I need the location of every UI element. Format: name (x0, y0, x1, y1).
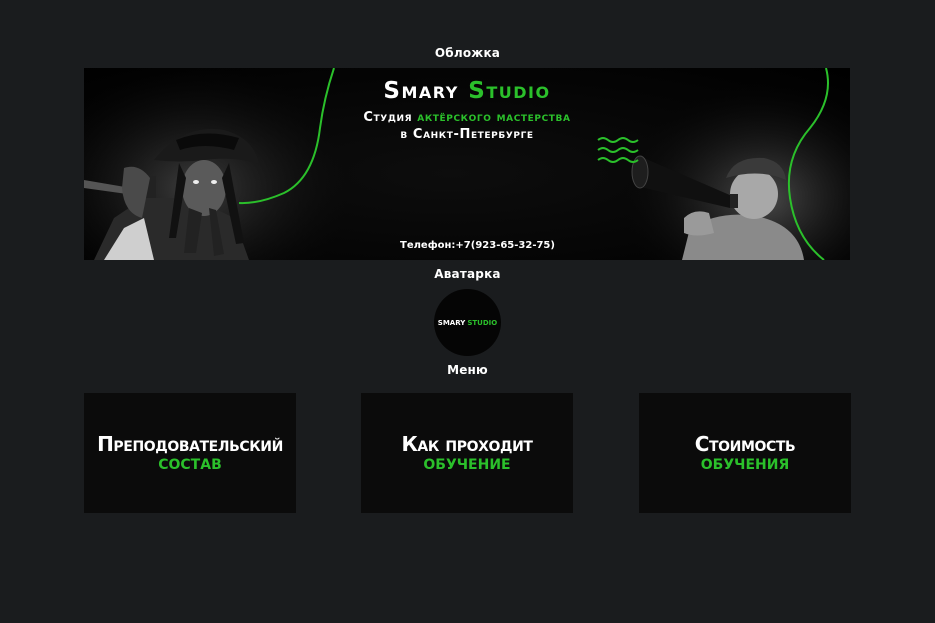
cover-banner: Smary Studio Студия актёрского мастерств… (84, 68, 850, 260)
avatar-text-part1: SMARY (437, 318, 466, 327)
cover-subtitle-line1: Студия актёрского мастерства (84, 110, 850, 125)
cover-subtitle-part2: актёрского мастерства (417, 110, 571, 125)
menu-tile-title: Стоимость (694, 432, 796, 456)
cover-subtitle-part1: Студия (363, 110, 413, 125)
cover-section-label: Обложка (434, 46, 501, 60)
avatar-text-part2: STUDIO (467, 318, 498, 327)
menu-tile-how-it-works[interactable]: Как проходит обучение (361, 393, 573, 513)
menu-section-label: Меню (447, 363, 488, 377)
menu-tile-subtitle: состав (158, 457, 222, 473)
menu-tile-title: Преподовательский (97, 432, 283, 456)
cover-title-part1: Smary (383, 78, 459, 104)
menu-tile-subtitle: обучение (423, 457, 511, 473)
cover-subtitle-line2: в Санкт-Петербурге (400, 127, 534, 142)
cover-phone: Телефон:+7(923-65-32-75) (400, 240, 555, 251)
cover-title-part2: Studio (468, 78, 551, 104)
menu-tile-pricing[interactable]: Стоимость обучения (639, 393, 851, 513)
page: Обложка Smary Studio Студия актёрского м… (0, 0, 935, 623)
avatar: SMARY STUDIO (434, 289, 501, 356)
menu-tile-title: Как проходит (401, 432, 533, 456)
cover-title: Smary Studio (84, 78, 850, 104)
menu-tile-teachers[interactable]: Преподовательский состав (84, 393, 296, 513)
menu-tile-subtitle: обучения (700, 457, 790, 473)
avatar-section-label: Аватарка (434, 267, 501, 281)
